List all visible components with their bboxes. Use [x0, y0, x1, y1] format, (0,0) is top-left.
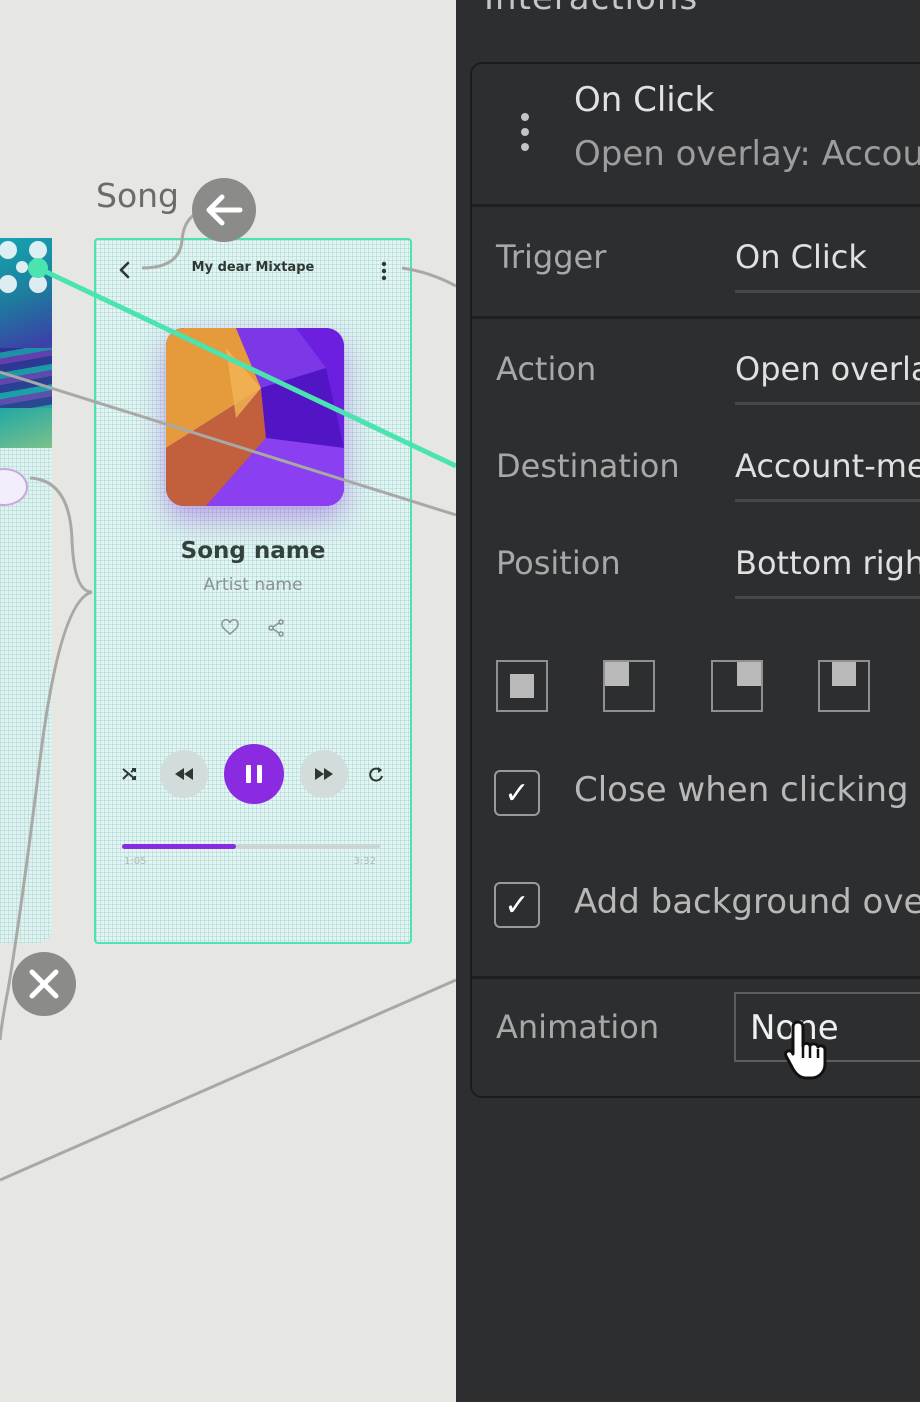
divider [472, 204, 920, 207]
wire-bottom [0, 978, 456, 1182]
close-icon [29, 969, 59, 999]
trigger-underline [735, 290, 920, 293]
action-dropdown[interactable]: Open overlay [735, 350, 920, 388]
connection-node [28, 258, 48, 278]
trigger-label: Trigger [496, 238, 607, 276]
destination-dropdown[interactable]: Account-menu [735, 447, 920, 485]
background-overlay-label: Add background overlay [574, 882, 920, 922]
animation-label: Animation [496, 1008, 660, 1046]
action-underline [735, 402, 920, 405]
wire-right-1 [401, 266, 456, 288]
panel-title: Interactions [484, 0, 698, 18]
position-top-right-icon[interactable] [711, 660, 763, 712]
action-label: Action [496, 350, 597, 388]
interaction-event-subtitle: Open overlay: Account-menu [574, 134, 920, 174]
destination-underline [735, 499, 920, 502]
divider [472, 316, 920, 319]
back-navigation-badge[interactable] [192, 178, 256, 242]
close-outside-checkbox[interactable]: ✓ [494, 770, 540, 816]
position-top-left-icon[interactable] [603, 660, 655, 712]
position-underline [735, 596, 920, 599]
close-outside-label: Close when clicking outside [574, 770, 920, 810]
hand-pointer-icon [784, 1020, 827, 1080]
prototype-canvas[interactable]: Song My dear Mixtape Song name Artist na… [0, 0, 456, 1402]
active-connection [36, 265, 456, 469]
position-center-icon[interactable] [496, 660, 548, 712]
interaction-card: On Click Open overlay: Account-menu Trig… [470, 62, 920, 1098]
position-top-center-icon[interactable] [818, 660, 870, 712]
arrow-left-icon [206, 194, 243, 226]
position-dropdown[interactable]: Bottom right [735, 544, 920, 582]
divider [472, 976, 920, 979]
wire-left-1 [0, 370, 456, 517]
drag-handle-icon[interactable] [518, 112, 532, 152]
interaction-event-title[interactable]: On Click [574, 80, 714, 120]
background-overlay-checkbox[interactable]: ✓ [494, 882, 540, 928]
close-overlay-badge[interactable] [12, 952, 76, 1016]
interactions-panel: Interactions On Click Open overlay: Acco… [456, 0, 920, 1402]
trigger-dropdown[interactable]: On Click [735, 238, 920, 276]
destination-label: Destination [496, 447, 680, 485]
wire-left-2 [29, 476, 93, 594]
position-label: Position [496, 544, 621, 582]
